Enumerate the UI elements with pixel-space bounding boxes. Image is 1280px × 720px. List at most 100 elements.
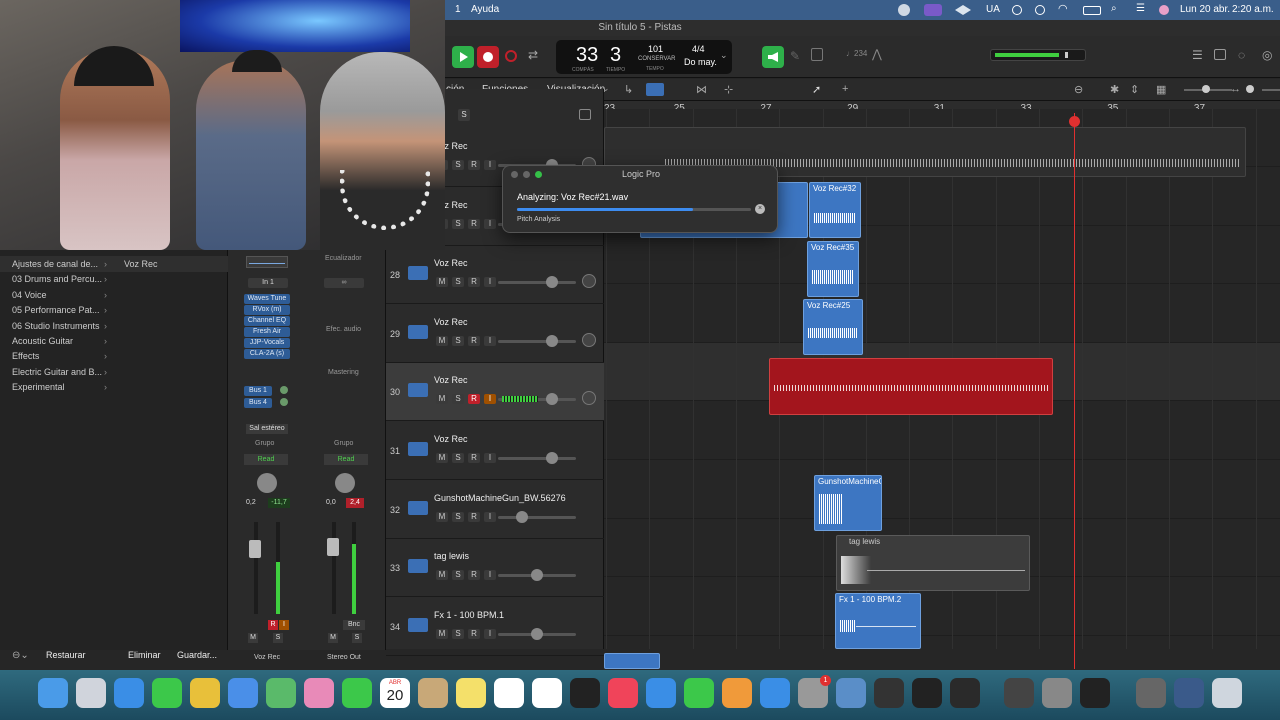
mute-button[interactable]: M — [436, 277, 448, 288]
output-selector[interactable]: Sal estéreo — [246, 424, 288, 434]
mute-button[interactable]: M — [436, 394, 448, 405]
send-slot-1[interactable]: Bus 1 — [244, 386, 272, 396]
capture-record-icon[interactable] — [505, 50, 517, 62]
library-category-item[interactable]: Experimental — [12, 382, 65, 392]
track-lane[interactable] — [604, 461, 1280, 519]
control-center-toggle-icon[interactable]: ☰ — [1136, 3, 1145, 14]
delete-button[interactable]: Eliminar — [128, 650, 161, 660]
region-voz-rec-selected[interactable] — [769, 358, 1053, 415]
pages-icon[interactable] — [722, 678, 752, 708]
volume-fader-thumb[interactable] — [531, 627, 543, 640]
volume-fader-thumb[interactable] — [546, 276, 558, 289]
mute-button[interactable]: M — [436, 335, 448, 346]
solo-button[interactable]: S — [452, 160, 464, 170]
track-header[interactable]: 29 Voz Rec M S R I — [386, 305, 604, 363]
mute-button-2[interactable]: M — [328, 633, 338, 643]
record-enable-button[interactable]: R — [468, 218, 480, 229]
photos-icon[interactable] — [304, 678, 334, 708]
facetime-icon[interactable] — [342, 678, 372, 708]
logic-icon[interactable] — [912, 678, 942, 708]
input-monitor-button[interactable]: I — [484, 511, 496, 522]
vertical-zoom-icon[interactable]: ⇕ — [1130, 83, 1139, 96]
desktop-folder-icon[interactable] — [1174, 678, 1204, 708]
preview-icon[interactable] — [836, 678, 866, 708]
maps-icon[interactable] — [266, 678, 296, 708]
trash-icon[interactable] — [1212, 678, 1242, 708]
cycle-icon[interactable]: ⇄ — [528, 48, 538, 62]
input-monitor-button[interactable]: I — [484, 394, 496, 405]
contacts-icon[interactable] — [418, 678, 448, 708]
input-source-label[interactable]: UA — [986, 4, 1000, 15]
plugin-slot-2[interactable]: RVox (m) — [244, 305, 290, 315]
library-category-item[interactable]: 04 Voice — [12, 290, 47, 300]
mute-button[interactable]: M — [436, 453, 448, 463]
region-voz-rec-35[interactable]: Voz Rec#35 — [807, 241, 859, 297]
track-name[interactable]: tag lewis — [434, 551, 469, 561]
library-category-item[interactable]: 03 Drums and Percu... — [12, 274, 102, 284]
region-tag-lewis[interactable]: tag lewis — [836, 535, 1030, 591]
zoom-fit-icon[interactable]: ⊖ — [1074, 83, 1083, 96]
solo-button[interactable]: S — [452, 628, 464, 639]
record-enable-button[interactable]: R — [468, 511, 480, 522]
vpn-app-icon[interactable] — [1004, 678, 1034, 708]
menu-item-window-number[interactable]: 1 — [455, 4, 461, 15]
automation-mode-1[interactable]: Read — [244, 454, 288, 465]
count-in-button[interactable]: ♩234 — [846, 49, 867, 58]
reminders-icon[interactable] — [494, 678, 524, 708]
save-button[interactable]: Guardar... — [177, 650, 217, 660]
record-enable-button[interactable]: R — [468, 628, 480, 639]
send-1-knob[interactable] — [280, 386, 288, 394]
tuning-fork-icon[interactable]: ⋀ — [872, 47, 882, 61]
wifi-icon[interactable]: ◠ — [1058, 2, 1068, 15]
plugin-slot-3[interactable]: Channel EQ — [244, 316, 290, 326]
library-selected-patch[interactable]: Voz Rec — [124, 259, 158, 269]
pan-knob-2[interactable] — [335, 473, 355, 493]
media-icon[interactable]: ◎ — [1262, 48, 1272, 62]
track-name[interactable]: Voz Rec — [434, 317, 468, 327]
track-header[interactable]: 33 tag lewis M S R I — [386, 539, 604, 598]
solo-button[interactable]: S — [452, 511, 464, 522]
play-button[interactable] — [452, 46, 474, 68]
volume-fader[interactable] — [498, 339, 576, 343]
track-header[interactable]: 30 Voz Rec M S R I — [386, 363, 604, 422]
region-gunshot[interactable]: GunshotMachineG — [814, 475, 882, 531]
activity-monitor-icon[interactable] — [1080, 678, 1110, 708]
lcd-display[interactable]: 33 3 COMPÁS TIEMPO 101 CONSERVAR TEMPO 4… — [556, 40, 732, 74]
battery-icon[interactable] — [1083, 6, 1101, 15]
soundsource-icon[interactable] — [874, 678, 904, 708]
compressor-icon[interactable] — [1042, 678, 1072, 708]
record-enable-button[interactable]: R — [468, 570, 480, 581]
track-header[interactable]: 32 GunshotMachineGun_BW.56276 M S R I — [386, 481, 604, 539]
track-name[interactable]: GunshotMachineGun_BW.56276 — [434, 493, 566, 503]
pan-knob[interactable] — [582, 391, 596, 406]
pan-knob-1[interactable] — [257, 473, 277, 493]
send-2-knob[interactable] — [280, 398, 288, 406]
input-monitor-button[interactable]: I — [484, 628, 496, 639]
record-enable-button[interactable]: R — [468, 160, 480, 170]
pan-knob[interactable] — [582, 274, 596, 289]
menu-time[interactable]: 2:20 a.m. — [1232, 4, 1274, 15]
volume-fader-thumb[interactable] — [531, 569, 543, 582]
input-monitor-button[interactable]: I — [484, 218, 496, 229]
volume-fader-thumb[interactable] — [546, 393, 558, 406]
fader-thumb-2[interactable] — [327, 538, 339, 556]
solo-button[interactable]: S — [452, 394, 464, 405]
plugin-slot-1[interactable]: Waves Tune — [244, 294, 290, 304]
loops-icon[interactable]: ◌ — [1238, 48, 1245, 62]
link-icon[interactable]: ∞ — [324, 278, 364, 288]
track-lane[interactable] — [604, 285, 1280, 343]
mute-button[interactable]: M — [436, 511, 448, 522]
keynote-icon[interactable] — [646, 678, 676, 708]
finder-icon[interactable] — [38, 678, 68, 708]
menu-date[interactable]: Lun 20 abr. — [1180, 4, 1230, 15]
music-icon[interactable] — [608, 678, 638, 708]
launchpad-icon[interactable] — [76, 678, 106, 708]
screen-record-icon[interactable] — [924, 4, 942, 16]
notes-icon[interactable] — [456, 678, 486, 708]
solo-button[interactable]: S — [452, 453, 464, 463]
solo-button[interactable]: S — [452, 277, 464, 288]
input-monitor-button[interactable]: I — [484, 335, 496, 346]
tuner-icon[interactable]: ✎ — [790, 49, 800, 63]
group-slot-1[interactable]: Grupo — [255, 440, 274, 447]
time-machine-icon[interactable] — [1012, 5, 1022, 15]
